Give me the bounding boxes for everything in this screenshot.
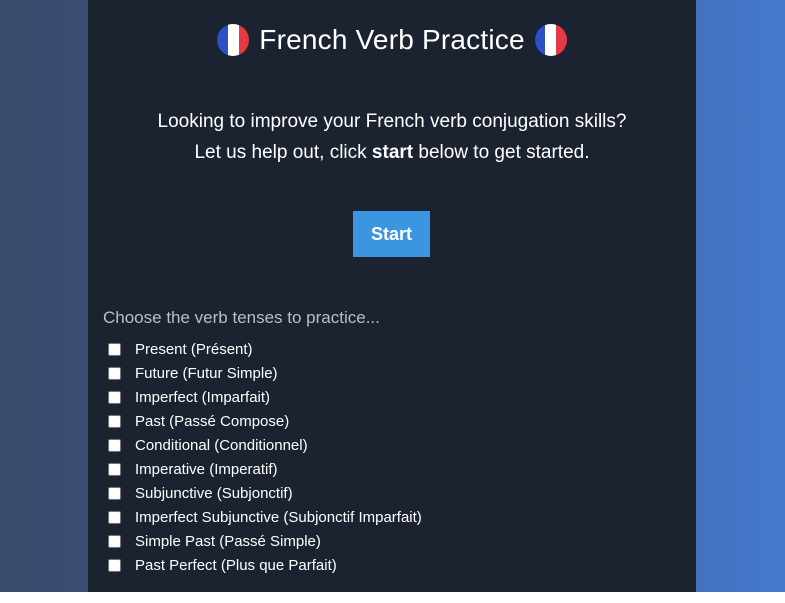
tense-checkbox[interactable]: [108, 486, 121, 500]
page-title: French Verb Practice: [259, 24, 525, 55]
tense-label[interactable]: Conditional (Conditionnel): [135, 437, 308, 454]
tense-option[interactable]: Conditional (Conditionnel): [108, 433, 422, 457]
tense-option[interactable]: Past (Passé Compose): [108, 409, 422, 433]
intro-line-2-start: Let us help out, click: [194, 142, 372, 163]
title-row: French Verb Practice: [88, 22, 696, 58]
tense-label[interactable]: Imperfect Subjunctive (Subjonctif Imparf…: [135, 509, 422, 526]
tense-checkbox[interactable]: [108, 438, 121, 452]
tense-checkbox[interactable]: [108, 462, 121, 476]
tense-checkbox[interactable]: [108, 558, 121, 572]
intro-line-2-end: below to get started.: [413, 142, 590, 163]
intro-line-1: Looking to improve your French verb conj…: [157, 111, 627, 132]
tense-option[interactable]: Imperative (Imperatif): [108, 457, 422, 481]
tense-option[interactable]: Simple Past (Passé Simple): [108, 529, 422, 553]
tense-label[interactable]: Past (Passé Compose): [135, 413, 289, 430]
main-panel: French Verb Practice Looking to improve …: [88, 0, 696, 592]
french-flag-icon: [217, 24, 250, 56]
intro-line-2: Let us help out, click start below to ge…: [88, 137, 696, 168]
tense-checkbox[interactable]: [108, 414, 121, 428]
tense-list: Present (Présent) Future (Futur Simple) Im…: [108, 337, 422, 577]
tense-label[interactable]: Subjunctive (Subjonctif): [135, 485, 293, 502]
start-button[interactable]: Start: [353, 211, 430, 257]
tense-label[interactable]: Imperfect (Imparfait): [135, 389, 270, 406]
tense-checkbox[interactable]: [108, 366, 121, 380]
tense-checkbox[interactable]: [108, 342, 121, 356]
tense-option[interactable]: Past Perfect (Plus que Parfait): [108, 553, 422, 577]
tense-option[interactable]: Imperfect (Imparfait): [108, 385, 422, 409]
tense-checkbox[interactable]: [108, 390, 121, 404]
tense-option[interactable]: Imperfect Subjunctive (Subjonctif Imparf…: [108, 505, 422, 529]
tense-option[interactable]: Present (Présent): [108, 337, 422, 361]
tense-checkbox[interactable]: [108, 534, 121, 548]
french-flag-icon: [534, 24, 567, 56]
intro-text: Looking to improve your French verb conj…: [88, 106, 696, 168]
tense-checkbox[interactable]: [108, 510, 121, 524]
tense-label[interactable]: Imperative (Imperatif): [135, 461, 278, 478]
page-bottom-edge: [0, 592, 785, 603]
tense-option[interactable]: Future (Futur Simple): [108, 361, 422, 385]
tenses-prompt: Choose the verb tenses to practice...: [103, 308, 380, 327]
tense-label[interactable]: Simple Past (Passé Simple): [135, 533, 321, 550]
tense-label[interactable]: Present (Présent): [135, 341, 253, 358]
tense-label[interactable]: Past Perfect (Plus que Parfait): [135, 557, 337, 574]
intro-line-2-bold: start: [371, 142, 414, 163]
tense-option[interactable]: Subjunctive (Subjonctif): [108, 481, 422, 505]
tense-label[interactable]: Future (Futur Simple): [135, 365, 278, 382]
